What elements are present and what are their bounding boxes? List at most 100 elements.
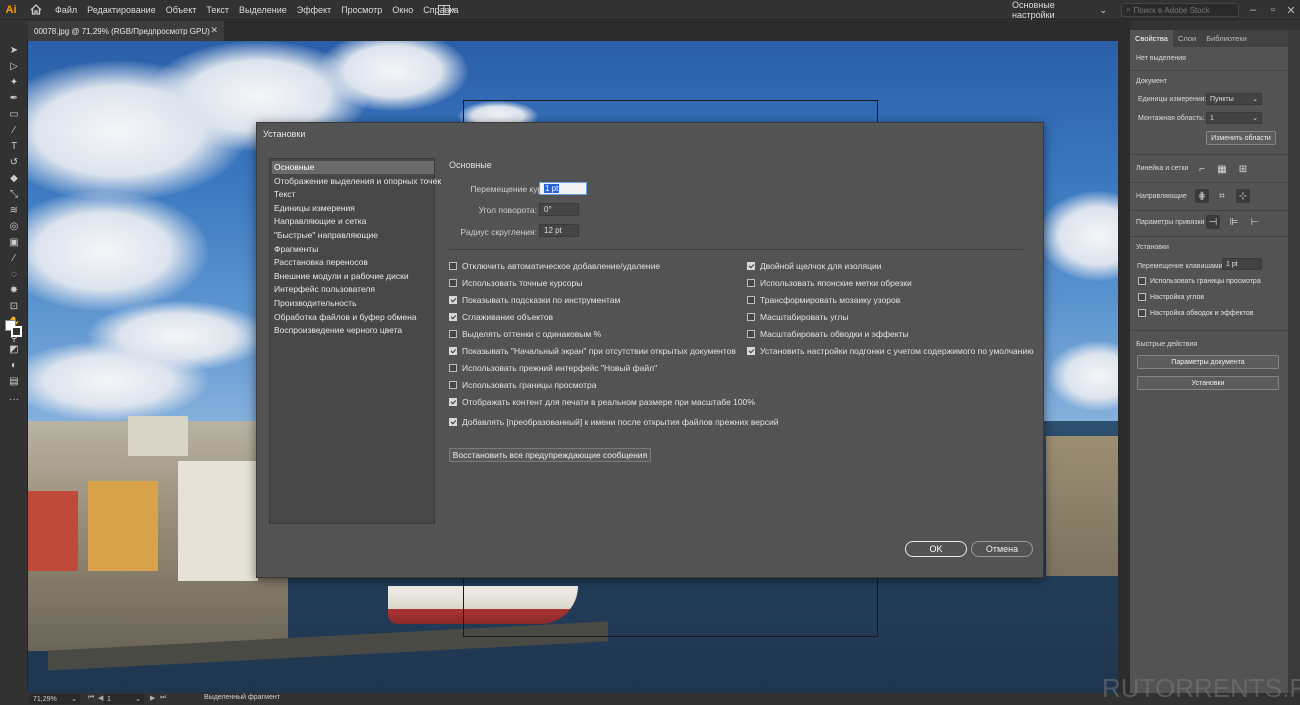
checkbox-box[interactable] [1138, 277, 1146, 285]
edit-artboards-button[interactable]: Изменить области [1206, 131, 1276, 145]
preferences-category-item[interactable]: Расстановка переносов [272, 256, 434, 269]
preference-checkbox[interactable]: Использовать японские метки обрезки [747, 278, 912, 288]
preference-checkbox[interactable]: Сглаживание объектов [449, 312, 553, 322]
maximize-button[interactable]: ▫ [1263, 2, 1283, 18]
lock-guides-icon[interactable]: ⊹ [1236, 189, 1250, 203]
panel-scrollbar[interactable] [1288, 30, 1300, 693]
preferences-category-item[interactable]: Производительность [272, 297, 434, 310]
draw-mode-icon[interactable]: ◐ [6, 358, 22, 372]
menu-item[interactable]: Объект [161, 5, 202, 15]
preference-checkbox[interactable]: Отображать контент для печати в реальном… [449, 397, 755, 407]
snap-to-pixel-icon[interactable]: ⊫ [1227, 215, 1241, 229]
menu-item[interactable]: Текст [201, 5, 234, 15]
color-mode-icon[interactable]: ◩ [6, 342, 22, 356]
preference-checkbox[interactable]: Добавлять [преобразованный] к имени посл… [449, 417, 778, 427]
ruler-icon[interactable]: ⌐ [1195, 162, 1209, 176]
checkbox-box[interactable] [449, 330, 457, 338]
checkbox-box[interactable] [747, 279, 755, 287]
page-dropdown[interactable]: 1 ⌄ [104, 694, 144, 704]
close-icon[interactable]: ✕ [210, 25, 218, 36]
preferences-category-item[interactable]: "Быстрые" направляющие [272, 229, 434, 242]
rotate-tool-icon[interactable]: ↺ [6, 155, 22, 169]
panel-checkbox-preview-bounds[interactable]: Использовать границы просмотра [1138, 277, 1261, 285]
keyboard-increment-input[interactable]: 1 pt [1222, 258, 1262, 270]
checkbox-box[interactable] [449, 364, 457, 372]
gradient-tool-icon[interactable]: ▣ [6, 235, 22, 249]
type-tool-icon[interactable]: T [6, 139, 22, 153]
zoom-dropdown[interactable]: 71,29% ⌄ [30, 694, 80, 704]
menu-item[interactable]: Редактирование [82, 5, 161, 15]
artboard-dropdown[interactable]: 1 ⌄ [1206, 112, 1262, 124]
checkbox-box[interactable] [747, 330, 755, 338]
grid-icon[interactable]: ▦ [1215, 162, 1229, 176]
last-page-icon[interactable]: ⏭ [160, 694, 166, 702]
smart-guides-icon[interactable]: ⌗ [1215, 189, 1229, 203]
rectangle-tool-icon[interactable]: ▭ [6, 107, 22, 121]
stroke-swatch[interactable] [11, 326, 22, 337]
preferences-category-item[interactable]: Текст [272, 188, 434, 201]
brush-tool-icon[interactable]: ∕ [6, 123, 22, 137]
checkbox-box[interactable] [1138, 293, 1146, 301]
checkbox-box[interactable] [449, 418, 457, 426]
artboard-tool-icon[interactable]: ⊡ [6, 299, 22, 313]
checkbox-box[interactable] [747, 296, 755, 304]
minimize-button[interactable]: – [1243, 2, 1263, 18]
menu-item[interactable]: Файл [50, 5, 82, 15]
ok-button[interactable]: OK [905, 541, 967, 557]
preferences-category-item[interactable]: Воспроизведение черного цвета [272, 324, 434, 337]
next-page-icon[interactable]: ▶ [150, 694, 155, 702]
preference-checkbox[interactable]: Выделять оттенки с одинаковым % [449, 329, 601, 339]
preferences-button[interactable]: Установки [1137, 376, 1279, 390]
checkbox-box[interactable] [1138, 309, 1146, 317]
checkbox-box[interactable] [449, 262, 457, 270]
preferences-category-item[interactable]: Интерфейс пользователя [272, 283, 434, 296]
first-page-icon[interactable]: ⏮ [88, 694, 94, 702]
direct-selection-tool-icon[interactable]: ▷ [6, 59, 22, 73]
preference-checkbox[interactable]: Масштабировать углы [747, 312, 848, 322]
menu-item[interactable]: Окно [387, 5, 418, 15]
preference-checkbox[interactable]: Трансформировать мозаику узоров [747, 295, 900, 305]
reset-warnings-button[interactable]: Восстановить все предупреждающие сообщен… [449, 448, 651, 462]
eraser-tool-icon[interactable]: ◆ [6, 171, 22, 185]
preference-checkbox[interactable]: Использовать границы просмотра [449, 380, 596, 390]
checkbox-box[interactable] [449, 279, 457, 287]
checkbox-box[interactable] [449, 313, 457, 321]
constrain-angle-input[interactable]: 0° [539, 203, 579, 216]
preference-checkbox[interactable]: Двойной щелчок для изоляции [747, 261, 881, 271]
checkbox-box[interactable] [747, 313, 755, 321]
cursor-key-input[interactable]: 1 pt [539, 182, 587, 195]
preference-checkbox[interactable]: Использовать прежний интерфейс "Новый фа… [449, 363, 657, 373]
document-tab[interactable]: 00078.jpg @ 71,29% (RGB/Предпросмотр GPU… [28, 21, 224, 41]
preference-checkbox[interactable]: Использовать точные курсоры [449, 278, 582, 288]
preferences-category-item[interactable]: Обработка файлов и буфер обмена [272, 311, 434, 324]
checkbox-box[interactable] [747, 347, 755, 355]
preferences-category-item[interactable]: Единицы измерения [272, 202, 434, 215]
symbol-sprayer-tool-icon[interactable]: ✸ [6, 283, 22, 297]
corner-radius-input[interactable]: 12 pt [539, 224, 579, 237]
preference-checkbox[interactable]: Показывать подсказки по инструментам [449, 295, 620, 305]
panel-checkbox-scale-strokes[interactable]: Настройка обводок и эффектов [1138, 309, 1253, 317]
preference-checkbox[interactable]: Установить настройки подгонки с учетом с… [747, 346, 1034, 356]
home-icon[interactable] [22, 0, 50, 20]
panel-tab[interactable]: Свойства [1130, 30, 1173, 47]
snap-to-point-icon[interactable]: ⊣ [1206, 215, 1220, 229]
scale-tool-icon[interactable]: ⤡ [6, 187, 22, 201]
panel-tab[interactable]: Слои [1173, 30, 1201, 47]
panel-tab[interactable]: Библиотеки [1201, 30, 1252, 47]
preference-checkbox[interactable]: Показывать "Начальный экран" при отсутст… [449, 346, 736, 356]
prev-page-icon[interactable]: ◀ [98, 694, 103, 702]
stock-search-input[interactable]: ⌕ Поиск в Adobe Stock [1121, 3, 1239, 17]
checkbox-box[interactable] [449, 347, 457, 355]
eyedropper-tool-icon[interactable]: ⁄ [6, 251, 22, 265]
cancel-button[interactable]: Отмена [971, 541, 1033, 557]
workspace-switcher[interactable]: Основные настройки ⌄ [1008, 0, 1111, 20]
checkbox-box[interactable] [449, 398, 457, 406]
preferences-category-item[interactable]: Направляющие и сетка [272, 215, 434, 228]
screen-mode-icon[interactable]: ▤ [6, 374, 22, 388]
menu-item[interactable]: Просмотр [336, 5, 387, 15]
panel-checkbox-scale-corners[interactable]: Настройка углов [1138, 293, 1204, 301]
more-tools-icon[interactable]: ··· [6, 392, 22, 406]
checkbox-box[interactable] [747, 262, 755, 270]
arrange-documents-icon[interactable]: ▾ [438, 4, 464, 16]
units-dropdown[interactable]: Пункты ⌄ [1206, 93, 1262, 105]
